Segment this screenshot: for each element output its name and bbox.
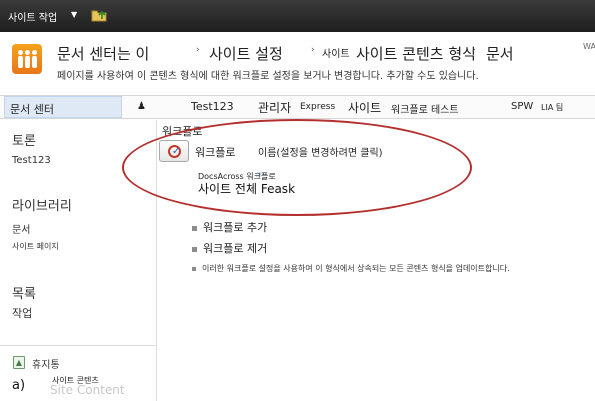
nav-item-document-center[interactable]: 문서 센터 bbox=[4, 96, 122, 118]
nav-item-workflow-test[interactable]: 워크플로 테스트 bbox=[391, 101, 459, 116]
nav-item-site[interactable]: 사이트 bbox=[348, 99, 381, 116]
ribbon-bar bbox=[0, 0, 595, 32]
ql-item-documents[interactable]: 문서 bbox=[12, 221, 30, 236]
folder-up-icon[interactable] bbox=[91, 8, 107, 22]
workflow-row-sitewide[interactable]: 사이트 전체 Feask bbox=[198, 180, 295, 197]
chevron-down-icon[interactable]: ▼ bbox=[71, 10, 77, 19]
column-header-name: 이름(설정을 변경하려면 클릭) bbox=[258, 148, 383, 159]
annotation-letter: a) bbox=[12, 378, 26, 393]
ql-divider bbox=[0, 345, 157, 346]
bullet-icon bbox=[192, 246, 197, 252]
remove-workflow-label: 워크플로 제거 bbox=[203, 242, 268, 255]
add-workflow-link[interactable]: 워크플로 추가 bbox=[192, 219, 267, 235]
breadcrumb-separator: › bbox=[196, 45, 200, 55]
update-content-types-label: 이러한 워크플로 설정을 사용하여 이 형식에서 상속되는 모든 콘텐츠 형식을… bbox=[202, 264, 510, 273]
site-logo-icon[interactable] bbox=[12, 44, 42, 74]
ql-item-test123[interactable]: Test123 bbox=[12, 155, 51, 166]
nav-item-lia-team[interactable]: LIA 팀 bbox=[541, 102, 563, 113]
ql-item-site-pages[interactable]: 사이트 페이지 bbox=[12, 241, 59, 252]
person-icon: ♟ bbox=[137, 101, 146, 112]
page-description: 페이지를 사용하여 이 콘텐츠 형식에 대한 워크플로 설정을 보거나 변경합니… bbox=[57, 71, 479, 82]
nav-item-test123[interactable]: Test123 bbox=[191, 100, 234, 113]
breadcrumb-separator: › bbox=[311, 45, 315, 55]
add-workflow-label: 워크플로 추가 bbox=[203, 221, 268, 234]
remove-workflow-link[interactable]: 워크플로 제거 bbox=[192, 240, 267, 256]
ql-heading-discussions[interactable]: 토론 bbox=[12, 130, 36, 149]
workflow-icon: ✓ bbox=[159, 140, 189, 162]
bullet-icon bbox=[192, 266, 196, 271]
breadcrumb-site-settings[interactable]: 사이트 설정 bbox=[209, 43, 283, 64]
breadcrumb-site[interactable]: 문서 센터는 이 bbox=[57, 43, 149, 64]
ql-heading-lists[interactable]: 목록 bbox=[12, 283, 36, 302]
section-workflows-title: 워크플로 bbox=[162, 125, 203, 138]
bullet-icon bbox=[192, 225, 197, 231]
ql-item-tasks[interactable]: 작업 bbox=[12, 305, 32, 321]
column-header-workflow: 워크플로 bbox=[195, 146, 236, 159]
breadcrumb-small-prefix: 사이트 bbox=[322, 49, 350, 60]
nav-item-spw[interactable]: SPW bbox=[511, 101, 533, 112]
recycle-bin-icon[interactable]: ▲ bbox=[13, 356, 25, 369]
nav-item-express[interactable]: Express bbox=[300, 102, 335, 112]
nav-item-admin[interactable]: 관리자 bbox=[258, 99, 291, 116]
ql-item-recycle-bin[interactable]: 휴지통 bbox=[32, 356, 60, 371]
breadcrumb-separator: › bbox=[472, 45, 476, 55]
ql-heading-libraries[interactable]: 라이브러리 bbox=[12, 195, 72, 214]
update-content-types-link[interactable]: 이러한 워크플로 설정을 사용하여 이 형식에서 상속되는 모든 콘텐츠 형식을… bbox=[192, 263, 510, 274]
breadcrumb-content-types[interactable]: 사이트 콘텐츠 형식 bbox=[356, 43, 476, 64]
site-actions-menu[interactable]: 사이트 작업 bbox=[8, 9, 57, 24]
ql-item-site-content-overlay: Site Content bbox=[50, 383, 125, 397]
breadcrumb-clipped-text: WA bbox=[583, 42, 595, 51]
breadcrumb-document: 문서 bbox=[486, 45, 514, 63]
